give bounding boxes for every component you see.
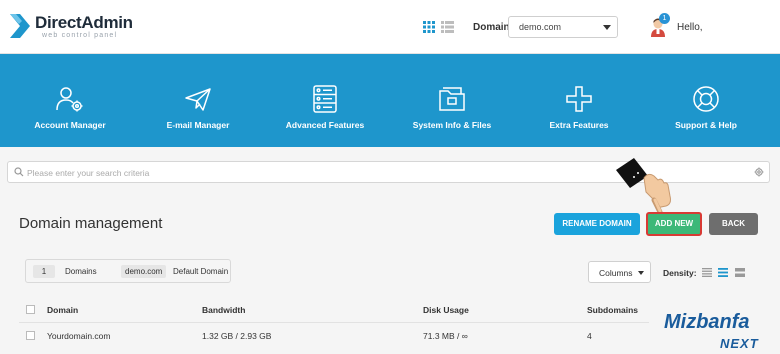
users-gear-icon [56,87,83,112]
domain-label: Domain [473,22,510,33]
density-label: Density: [663,268,697,278]
greeting-text: Hello, [677,22,703,33]
top-bar: DirectAdmin web control panel Domain dem… [0,0,780,54]
cell-disk-usage: 71.3 MB / ∞ [423,331,468,341]
mizbanfa-watermark: Mizbanfa NEXT [660,308,778,354]
default-domain-label: Default Domain [173,267,229,276]
search-icon [14,167,24,177]
main-nav: Account Manager E-mail Manager Advanced … [0,54,780,147]
cell-bandwidth: 1.32 GB / 2.93 GB [202,331,272,341]
watermark-suffix: NEXT [720,336,759,351]
grid-view-icon[interactable] [423,21,435,33]
cell-domain[interactable]: Yourdomain.com [47,331,110,341]
search-placeholder: Please enter your search criteria [27,168,150,178]
nav-label: Account Manager [34,120,106,130]
domain-count-label: Domains [65,267,97,276]
nav-support-help[interactable]: Support & Help [641,54,771,147]
columns-label: Columns [599,268,633,278]
nav-account-manager[interactable]: Account Manager [5,54,135,147]
plus-icon [566,86,592,112]
domain-select[interactable]: demo.com [508,16,618,38]
gear-icon[interactable] [754,167,764,177]
back-button[interactable]: BACK [709,213,758,235]
density-compact-icon[interactable] [702,268,712,277]
nav-advanced-features[interactable]: Advanced Features [260,54,390,147]
density-comfortable-icon[interactable] [735,268,745,277]
table-divider [19,322,649,323]
nav-extra-features[interactable]: Extra Features [514,54,644,147]
nav-label: Extra Features [549,120,609,130]
database-icon [313,85,337,113]
nav-label: Support & Help [675,120,737,130]
nav-system-info-files[interactable]: System Info & Files [387,54,517,147]
select-all-checkbox[interactable] [26,305,35,314]
pointing-hand-icon [616,158,671,214]
lifebuoy-icon [693,86,719,112]
notification-badge: 1 [659,13,670,24]
nav-email-manager[interactable]: E-mail Manager [133,54,263,147]
default-domain-value: demo.com [121,265,167,278]
column-header-subdomains[interactable]: Subdomains [587,305,638,315]
nav-label: Advanced Features [285,120,365,130]
folder-icon [439,87,465,111]
logo-chevron-icon [10,14,30,38]
list-view-icon[interactable] [441,21,454,33]
directadmin-logo[interactable]: DirectAdmin web control panel [8,11,148,45]
add-new-button[interactable]: ADD NEW [646,212,702,236]
domain-filter-summary: 1 Domains demo.com Default Domain [25,259,231,283]
density-normal-icon[interactable] [718,268,728,277]
logo-title: DirectAdmin [35,13,133,32]
rename-domain-button[interactable]: RENAME DOMAIN [554,213,640,235]
page-title: Domain management [19,215,163,232]
cell-subdomains: 4 [587,331,592,341]
columns-dropdown[interactable]: Columns [588,261,651,283]
caret-down-icon [603,25,611,30]
nav-label: E-mail Manager [166,120,230,130]
column-header-bandwidth[interactable]: Bandwidth [202,305,245,315]
column-header-domain[interactable]: Domain [47,305,78,315]
caret-down-icon [638,271,644,275]
logo-subtitle: web control panel [42,32,118,39]
domain-count: 1 [33,265,55,278]
row-checkbox[interactable] [26,331,35,340]
column-header-disk-usage[interactable]: Disk Usage [423,305,469,315]
paper-plane-icon [185,88,211,111]
watermark-name: Mizbanfa [664,311,750,333]
nav-label: System Info & Files [412,120,492,130]
domain-select-value: demo.com [519,22,562,32]
